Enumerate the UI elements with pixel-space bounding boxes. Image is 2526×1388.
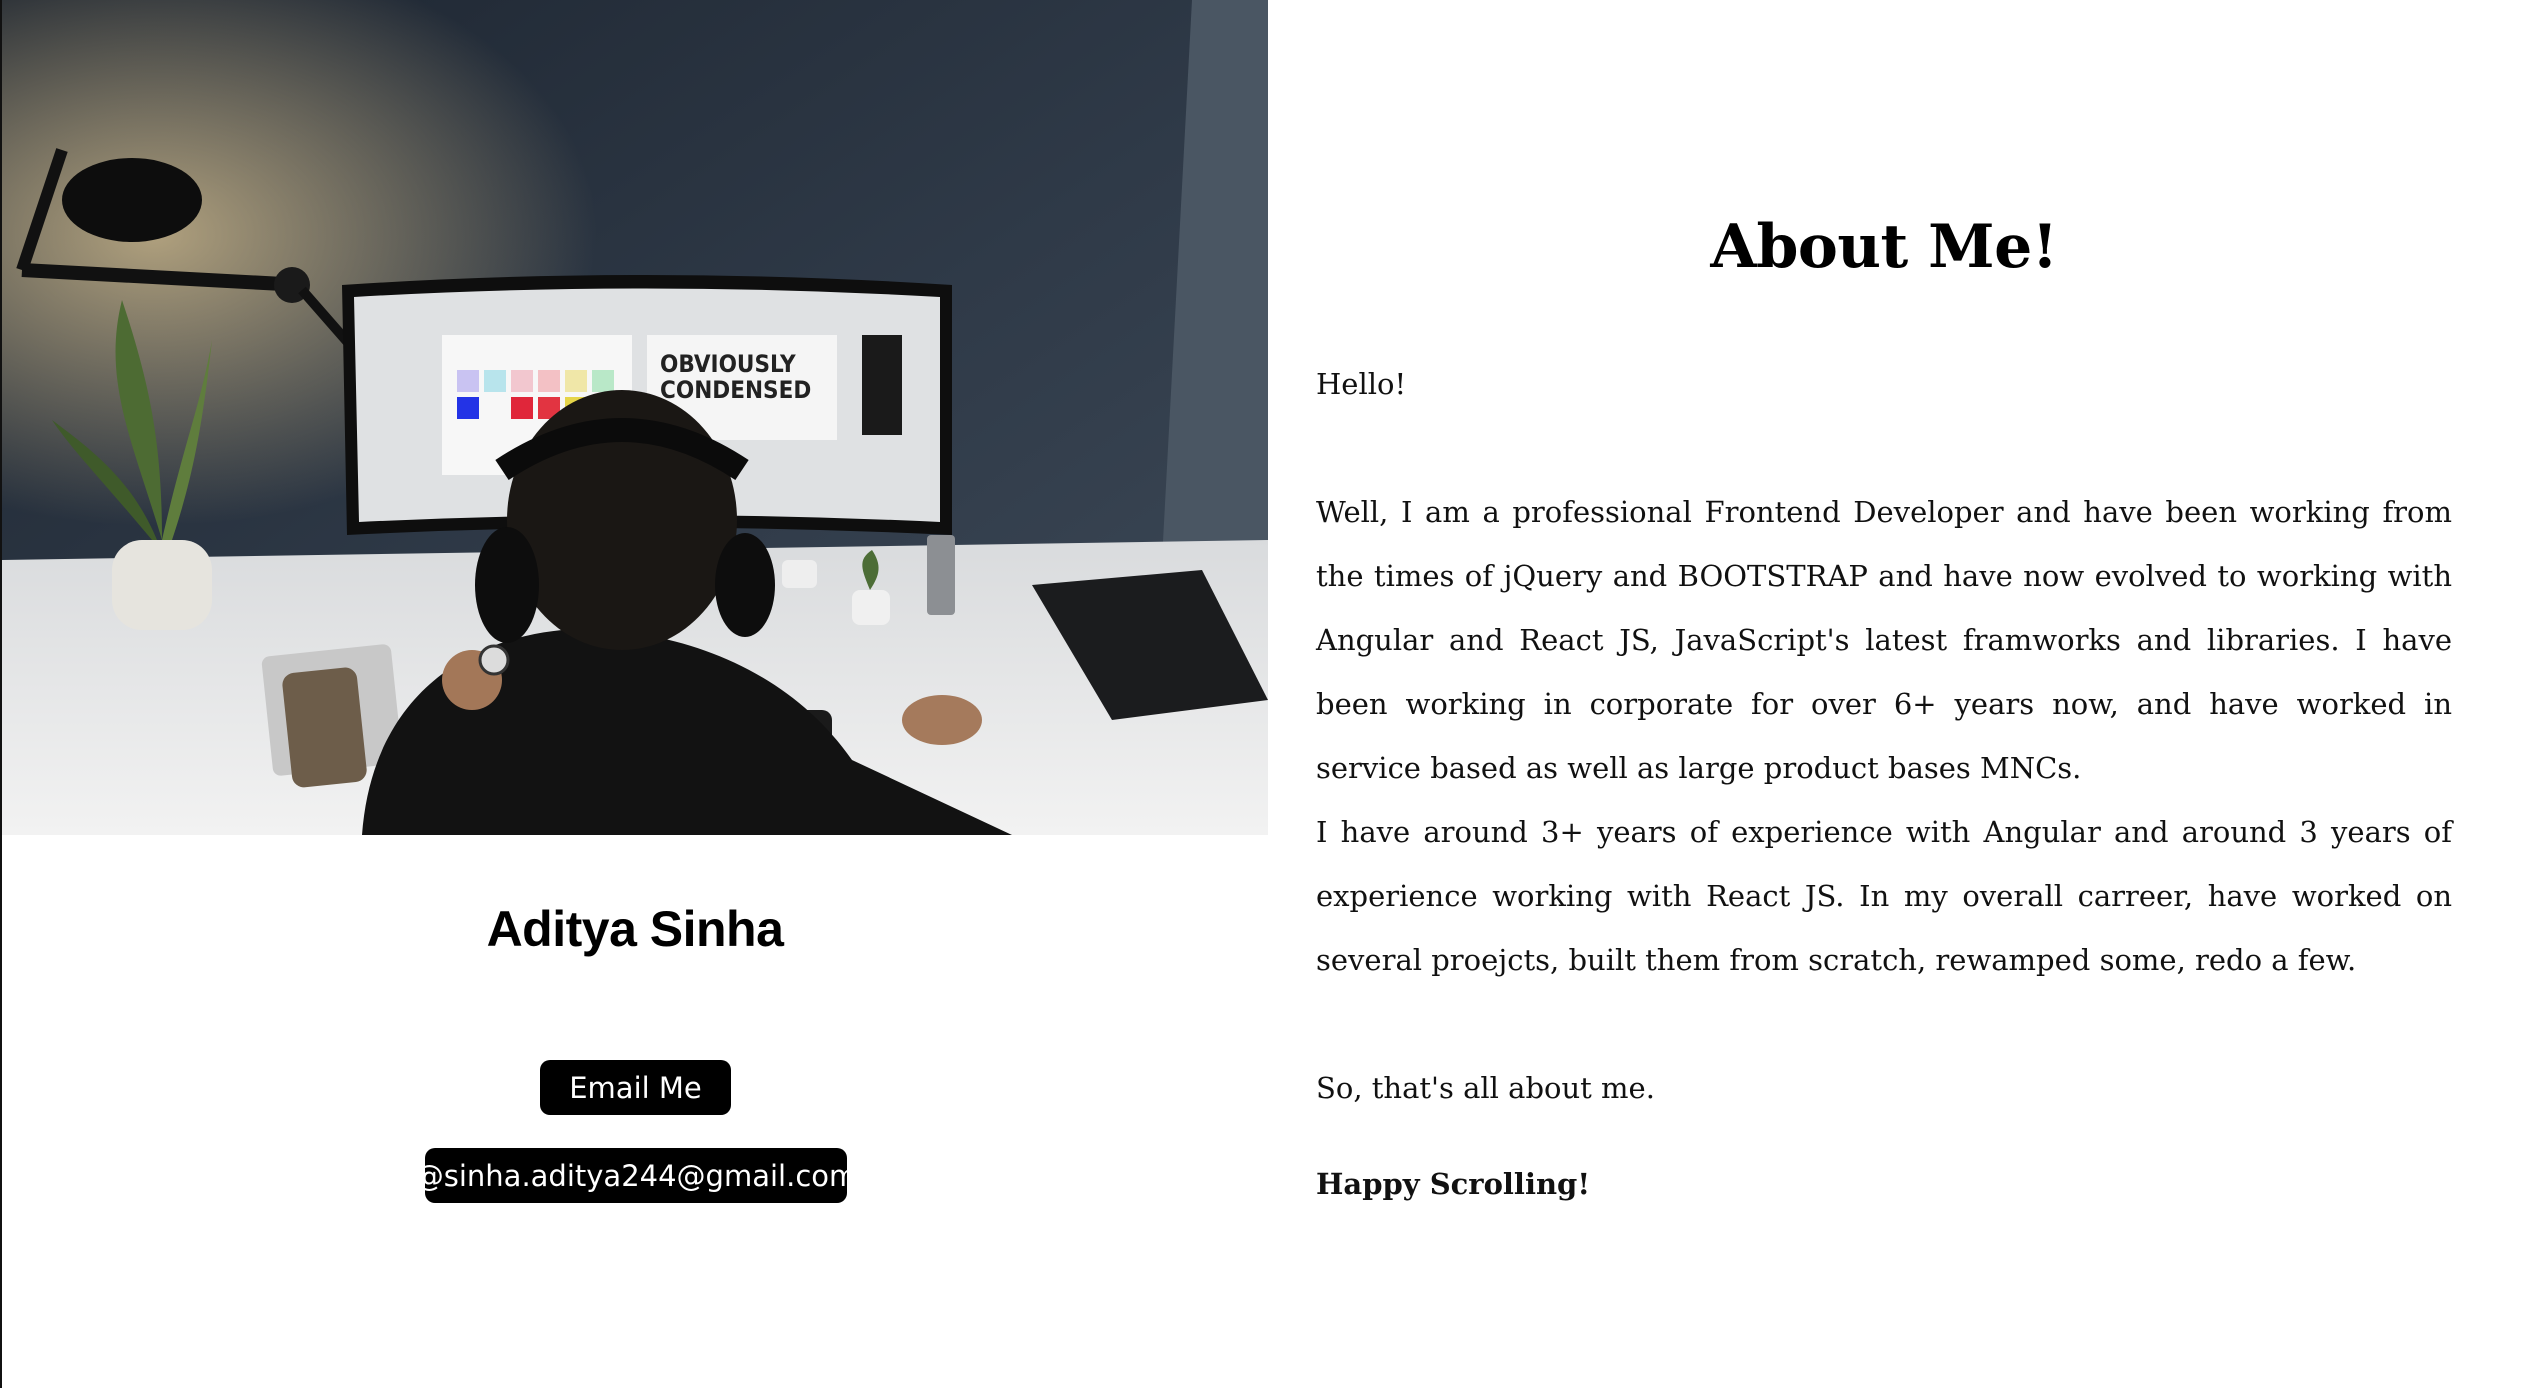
about-section: About Me! Hello! Well, I am a profession…	[1316, 0, 2452, 1388]
about-title: About Me!	[1710, 212, 2058, 282]
about-greeting: Hello!	[1316, 367, 1407, 401]
about-paragraph-2: I have around 3+ years of experience wit…	[1316, 815, 2452, 977]
about-sign-off: Happy Scrolling!	[1316, 1167, 1591, 1201]
profile-photo: OBVIOUSLY CONDENSED	[2, 0, 1268, 835]
screen-text-line1: OBVIOUSLY	[660, 350, 796, 378]
about-paragraph-1: Well, I am a professional Frontend Devel…	[1316, 495, 2452, 785]
profile-name: Aditya Sinha	[486, 901, 784, 957]
screen-text-line2: CONDENSED	[660, 376, 811, 404]
email-me-button[interactable]: Email Me	[540, 1060, 731, 1115]
email-address-button[interactable]: @sinha.aditya244@gmail.com	[415, 1148, 857, 1203]
page: OBVIOUSLY CONDENSED Aditya Sinha Email M…	[0, 0, 2526, 1388]
about-closing: So, that's all about me.	[1316, 1071, 1655, 1105]
profile-panel: OBVIOUSLY CONDENSED Aditya Sinha Email M…	[2, 0, 1268, 1388]
